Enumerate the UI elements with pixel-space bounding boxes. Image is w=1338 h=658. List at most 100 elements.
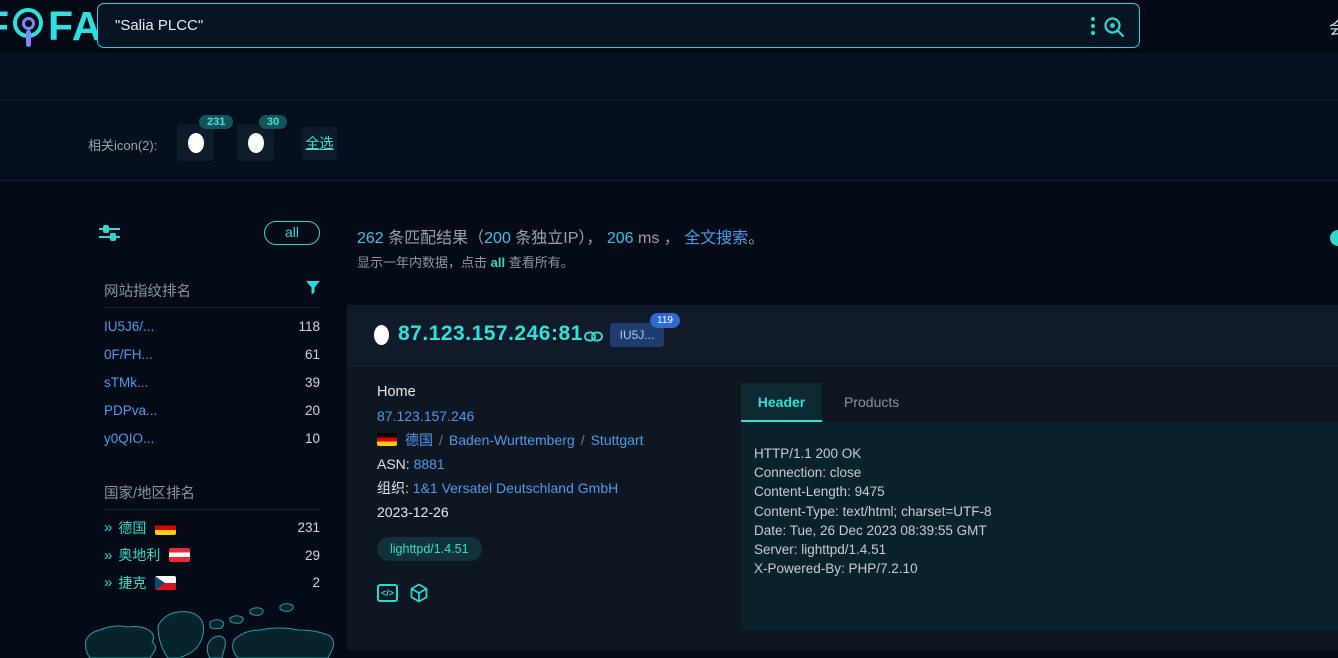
action-icons: </> [377,583,727,603]
fingerprint-count: 20 [305,403,320,418]
related-icon-2[interactable] [237,124,274,161]
hint-suffix: 查看所有。 [505,255,574,270]
ip-link[interactable]: 87.123.157.246 [377,408,474,424]
fingerprint-name[interactable]: sTMk... [104,375,148,390]
http-header-line: Server: lighttpd/1.4.51 [754,540,1338,559]
fingerprint-badge[interactable]: IU5J... 119 [610,323,664,347]
double-chevron-icon: » [104,519,110,536]
top-bar: F FA "Salia PLCC" 会 [0,0,1338,53]
all-link[interactable]: all [491,255,505,270]
fingerprint-title-text: 网站指纹排名 [104,284,191,300]
double-chevron-icon: » [104,547,110,564]
tab-header-label: Header [758,394,805,410]
fingerprint-item[interactable]: IU5J6/... 118 [104,312,320,340]
period: 。 [748,230,764,247]
fingerprint-ranking-list: IU5J6/... 118 0F/FH... 61 sTMk... 39 PDP… [104,312,320,452]
http-header-panel: HTTP/1.1 200 OK Connection: close Conten… [741,422,1338,630]
fingerprint-name[interactable]: y0QIO... [104,431,154,446]
fofa-search-results-page: F FA "Salia PLCC" 会 相关icon(2): 2 [0,0,1338,658]
fingerprint-count: 39 [305,375,320,390]
more-options-icon[interactable] [1091,17,1095,35]
related-icon-2-count-badge: 30 [259,115,287,129]
http-header-line: X-Powered-By: PHP/7.2.10 [754,559,1338,578]
country-name[interactable]: 德国 [118,518,146,538]
fingerprint-item[interactable]: sTMk... 39 [104,368,320,396]
country-item[interactable]: » 捷克 2 [104,569,320,597]
ip-port-link[interactable]: 87.123.157.246:81 [398,322,583,346]
view-source-icon[interactable]: </> [377,584,398,602]
result-summary-line: 262 条匹配结果（200 条独立IP）， 206 ms ， 全文搜索。 [357,224,764,248]
logo-letter-f1: F [0,2,10,50]
fingerprint-item[interactable]: y0QIO... 10 [104,424,320,452]
austria-flag-icon [169,548,190,562]
world-map-image [84,596,336,658]
fingerprint-badge-label: IU5J... [620,328,655,342]
filter-tune-icon[interactable] [99,224,120,242]
country-name[interactable]: 奥地利 [118,545,160,565]
related-icon-label: 相关icon(2): [88,135,157,154]
fulltext-search-link[interactable]: 全文搜索 [684,230,748,247]
country-count: 2 [312,575,320,590]
unique-ip-count: 200 [484,230,511,247]
link-chain-icon[interactable] [584,329,603,344]
related-icon-1[interactable] [177,124,214,161]
product-cube-icon[interactable] [409,583,429,603]
server-tag[interactable]: lighttpd/1.4.51 [377,537,482,561]
fingerprint-count: 10 [305,431,320,446]
match-label: 条匹配结果（ [384,230,484,247]
search-icon[interactable] [1102,15,1126,39]
country-name[interactable]: 捷克 [118,573,146,593]
org-row: 组织: 1&1 Versatel Deutschland GmbH [377,476,727,500]
germany-flag-icon [155,521,176,535]
country-count: 231 [297,520,320,535]
germany-flag-icon [377,433,397,446]
fingerprint-count: 118 [298,319,320,334]
country-ranking-list: » 德国 231 » 奥地利 29 » 捷克 2 [104,514,320,597]
geo-country-link[interactable]: 德国 [405,432,433,448]
fingerprint-count: 61 [305,347,320,362]
geo-row: 德国/Baden-Wurttemberg/Stuttgart [377,428,727,452]
country-title-text: 国家/地区排名 [104,486,195,502]
org-label: 组织: [377,480,409,496]
result-card: 87.123.157.246:81 IU5J... 119 Home 87.12… [347,305,1338,650]
ms-label: ms ， [634,230,685,247]
fingerprint-item[interactable]: PDPva... 20 [104,396,320,424]
tab-products[interactable]: Products [822,383,921,422]
http-header-line: Date: Tue, 26 Dec 2023 08:39:55 GMT [754,521,1338,540]
tab-header[interactable]: Header [741,383,822,422]
fingerprint-badge-count: 119 [650,313,680,328]
http-header-line: Connection: close [754,463,1338,482]
detail-tabs: Header Products [741,383,921,422]
geo-city-link[interactable]: Stuttgart [591,432,644,448]
side-floating-button[interactable] [1330,230,1338,246]
unique-ip-label: 条独立IP）， [511,230,607,247]
time-range-hint: 显示一年内数据，点击 all 查看所有。 [357,252,574,271]
query-time-ms: 206 [607,230,634,247]
country-item[interactable]: » 德国 231 [104,514,320,542]
sidebar-all-button[interactable]: all [264,221,320,245]
search-input[interactable]: "Salia PLCC" [97,3,1140,48]
filter-funnel-icon[interactable] [306,281,320,295]
site-favicon [374,325,389,345]
fingerprint-name[interactable]: IU5J6/... [104,319,154,334]
geo-separator: / [581,432,585,448]
result-details: Home 87.123.157.246 德国/Baden-Wurttemberg… [377,380,727,603]
http-header-line: HTTP/1.1 200 OK [754,444,1338,463]
fofa-logo[interactable]: F FA [0,2,102,50]
org-link[interactable]: 1&1 Versatel Deutschland GmbH [413,480,618,496]
fingerprint-name[interactable]: 0F/FH... [104,347,153,362]
country-item[interactable]: » 奥地利 29 [104,542,320,570]
fingerprint-name[interactable]: PDPva... [104,403,157,418]
country-count: 29 [305,548,320,563]
fingerprint-item[interactable]: 0F/FH... 61 [104,340,320,368]
asn-row: ASN: 8881 [377,452,727,476]
select-all-button[interactable]: 全选 [302,127,337,160]
favicon-oval-icon [248,133,264,153]
asn-link[interactable]: 8881 [414,456,445,472]
geo-region-link[interactable]: Baden-Wurttemberg [449,432,575,448]
related-icon-1-count-badge: 231 [199,115,233,129]
favicon-oval-icon [188,133,204,153]
related-icon-bar: 相关icon(2): 231 30 全选 [0,102,1338,181]
logo-letters-fa: FA [48,2,102,50]
member-menu-partial[interactable]: 会 [1329,14,1338,39]
